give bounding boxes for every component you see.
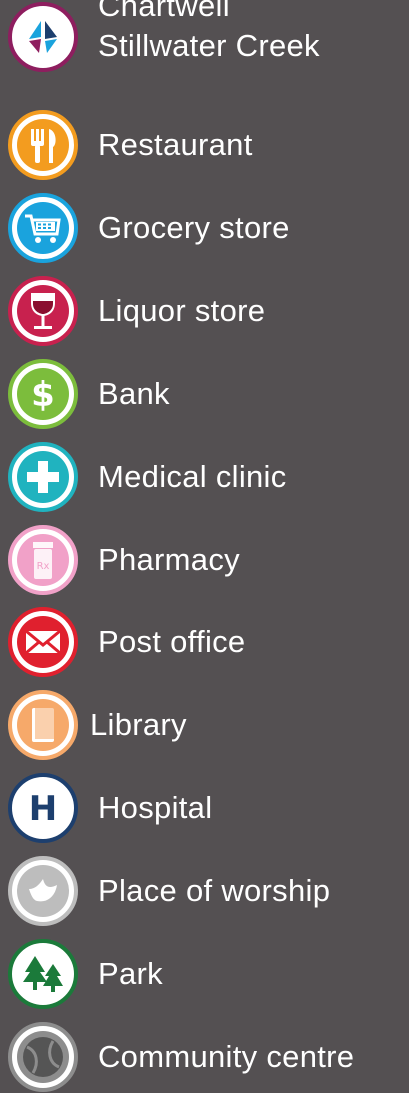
chartwell-logo-icon [8,2,78,72]
legend-label: Bank [98,376,170,411]
legend-label: Liquor store [98,293,266,328]
legend-item-hospital: H Hospital [8,773,408,843]
legend-label: Place of worship [98,873,331,908]
dollar-icon: $ [8,359,78,429]
legend-item-liquor-store: Liquor store [8,276,408,346]
legend-label-line2: Stillwater Creek [98,28,320,63]
legend-item-post-office: Post office [8,607,408,677]
legend-item-community-centre: Community centre [8,1022,408,1092]
legend-item-restaurant: Restaurant [8,110,408,180]
legend-item-bank: $ Bank [8,359,408,429]
pill-bottle-icon: Rx [8,525,78,595]
pine-trees-icon [8,939,78,1009]
svg-text:$: $ [31,375,55,415]
book-icon [8,690,78,760]
legend-label: Grocery store [98,210,290,245]
legend-item-place-of-worship: Place of worship [8,856,408,926]
legend-label: Hospital [98,790,213,825]
hospital-h-icon: H [8,773,78,843]
dove-icon [8,856,78,926]
envelope-icon [8,607,78,677]
legend-label-line1: Chartwell [98,0,230,23]
legend-item-grocery-store: Grocery store [8,193,408,263]
map-legend: Chartwell Stillwater Creek Restaurant Gr… [0,0,409,1093]
legend-label: Pharmacy [98,542,240,577]
tennis-ball-icon [8,1022,78,1092]
legend-label: Post office [98,624,246,659]
legend-label: Park [98,956,163,991]
legend-label: Restaurant [98,127,253,162]
svg-text:Rx: Rx [37,561,50,572]
legend-item-library: Library [8,690,408,760]
fork-knife-icon [8,110,78,180]
legend-item-park: Park [8,939,408,1009]
legend-item-medical-clinic: Medical clinic [8,442,408,512]
legend-item-pharmacy: Rx Pharmacy [8,525,408,595]
wine-glass-icon [8,276,78,346]
legend-label: Chartwell Stillwater Creek [98,0,398,66]
legend-label: Community centre [98,1039,355,1074]
svg-text:H: H [29,789,57,829]
legend-label: Medical clinic [98,459,287,494]
legend-label: Library [90,707,187,742]
medical-cross-icon [8,442,78,512]
legend-item-chartwell: Chartwell Stillwater Creek [8,0,408,72]
shopping-cart-icon [8,193,78,263]
